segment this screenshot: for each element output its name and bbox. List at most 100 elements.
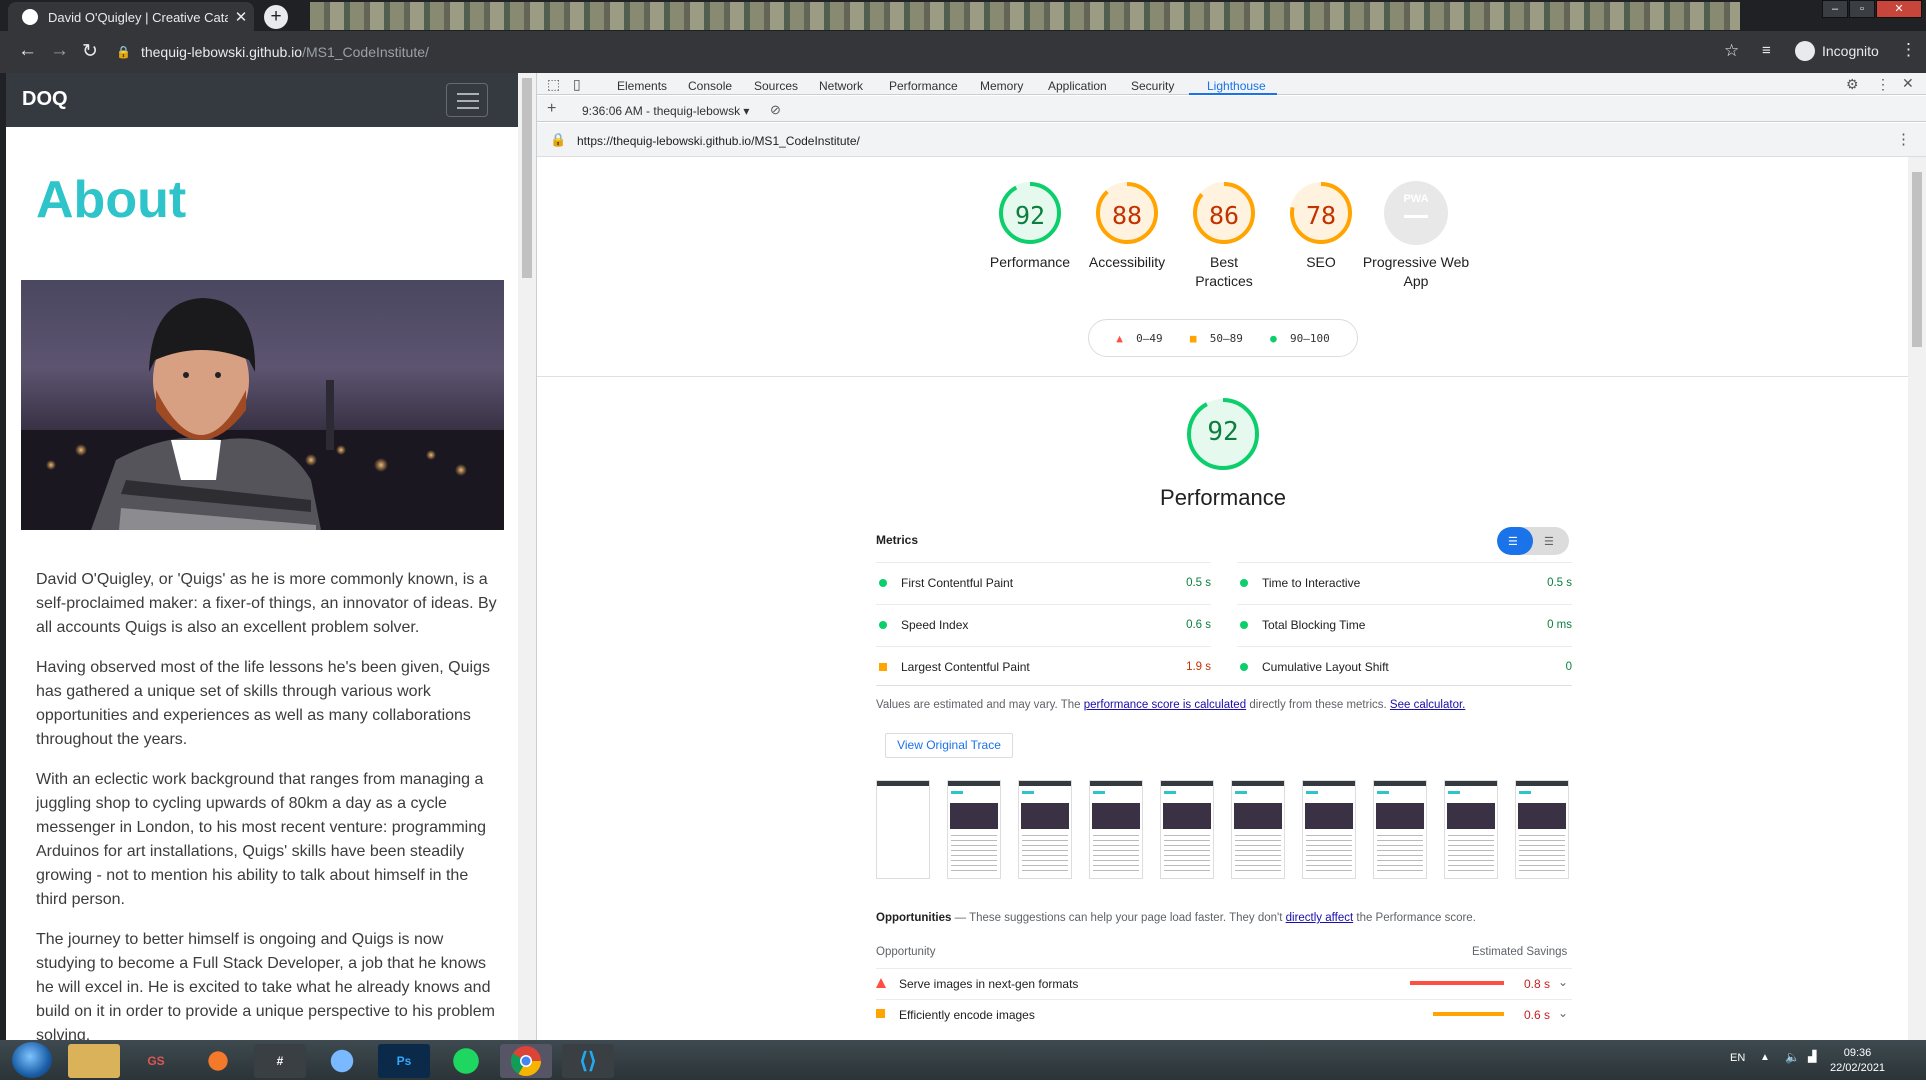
metric-row[interactable]: Cumulative Layout Shift 0 — [1237, 646, 1572, 687]
browser-tab-active[interactable]: David O'Quigley | Creative Cataly ✕ — [8, 2, 254, 32]
gauge-performance[interactable]: 92 Performance — [975, 181, 1085, 272]
legend-average: ■ 50–89 — [1189, 331, 1243, 345]
reading-list-icon[interactable]: ≡ — [1762, 42, 1771, 59]
tab-favicon-icon — [22, 9, 38, 25]
opportunity-name: Efficiently encode images — [899, 1008, 1035, 1022]
devtools-tab-sources[interactable]: Sources — [754, 79, 798, 93]
devtools-menu-icon[interactable]: ⋮ — [1876, 76, 1890, 93]
chrome-taskbar-icon[interactable] — [500, 1044, 552, 1078]
savings-column-header: Estimated Savings — [1472, 946, 1568, 958]
window-close-button[interactable]: ✕ — [1876, 0, 1922, 18]
metric-row[interactable]: Largest Contentful Paint 1.9 s — [876, 646, 1211, 687]
vscode-taskbar-icon[interactable]: ⟨⟩ — [562, 1044, 614, 1078]
gauge-label: Progressive Web App — [1362, 254, 1470, 289]
metric-status-icon — [879, 579, 887, 587]
estimate-note: Values are estimated and may vary. The p… — [876, 699, 1466, 711]
metric-status-icon — [1240, 663, 1248, 671]
tray-arrow-icon[interactable]: ▲ — [1760, 1052, 1770, 1063]
divider — [537, 376, 1908, 377]
browser-menu-icon[interactable]: ⋮ — [1900, 40, 1917, 60]
devtools-tab-performance[interactable]: Performance — [889, 79, 958, 93]
report-menu-icon[interactable]: ⋮ — [1896, 130, 1911, 148]
network-icon[interactable]: ▟ — [1808, 1050, 1816, 1063]
gauge-seo[interactable]: 78 SEO — [1266, 181, 1376, 272]
metrics-view-toggle[interactable]: ☰ ☰ — [1497, 527, 1569, 555]
metric-row[interactable]: Time to Interactive 0.5 s — [1237, 562, 1572, 603]
report-url: https://thequig-lebowski.github.io/MS1_C… — [577, 134, 860, 148]
device-toolbar-icon[interactable]: ▯ — [573, 76, 581, 93]
lock-icon[interactable]: 🔒 — [116, 45, 131, 59]
gauge-best-practices[interactable]: 86 Best Practices — [1169, 181, 1279, 291]
bio-paragraph: The journey to better himself is ongoing… — [36, 931, 495, 1044]
url-input[interactable]: 🔒 thequig-lebowski.github.io/MS1_CodeIns… — [116, 38, 1776, 66]
compact-view-icon[interactable]: ☰ — [1508, 535, 1518, 548]
slack-taskbar-icon[interactable]: # — [254, 1044, 306, 1078]
system-clock[interactable]: 09:36 22/02/2021 — [1830, 1046, 1885, 1076]
photoshop-taskbar-icon[interactable]: Ps — [378, 1044, 430, 1078]
site-brand[interactable]: DOQ — [22, 88, 68, 111]
performance-score-large: 92 — [1207, 417, 1239, 447]
opportunity-row[interactable]: Serve images in next-gen formats 0.8 s ⌄ — [876, 968, 1572, 998]
metric-status-icon — [1240, 579, 1248, 587]
devtools-tab-application[interactable]: Application — [1048, 79, 1107, 93]
blender-taskbar-icon[interactable] — [192, 1044, 244, 1078]
forward-button[interactable]: → — [50, 40, 69, 62]
reload-button[interactable]: ↻ — [82, 40, 98, 63]
filmstrip-frame — [1018, 780, 1072, 879]
chevron-down-icon[interactable]: ⌄ — [1558, 1006, 1568, 1020]
directly-affect-link[interactable]: directly affect — [1286, 912, 1354, 924]
new-tab-button[interactable]: + — [264, 5, 288, 29]
start-button[interactable] — [12, 1042, 52, 1078]
score-calculated-link[interactable]: performance score is calculated — [1084, 699, 1246, 711]
devtools-tab-elements[interactable]: Elements — [617, 79, 667, 93]
metric-row[interactable]: First Contentful Paint 0.5 s — [876, 562, 1211, 603]
devtools-tab-network[interactable]: Network — [819, 79, 863, 93]
new-report-icon[interactable]: + — [547, 100, 556, 118]
devtools-settings-icon[interactable]: ⚙ — [1846, 76, 1859, 93]
chevron-down-icon[interactable]: ⌄ — [1558, 975, 1568, 989]
gauge-accessibility[interactable]: 88 Accessibility — [1072, 181, 1182, 272]
devtools-tab-security[interactable]: Security — [1131, 79, 1174, 93]
language-indicator[interactable]: EN — [1730, 1052, 1745, 1064]
navbar-toggler-button[interactable] — [446, 83, 488, 117]
incognito-badge[interactable]: Incognito — [1795, 41, 1879, 61]
devtools-close-icon[interactable]: ✕ — [1902, 75, 1914, 92]
gs-taskbar-icon[interactable]: GS — [130, 1044, 182, 1078]
filmstrip-frame — [1089, 780, 1143, 879]
opportunity-savings: 0.6 s — [1523, 1008, 1550, 1022]
metric-row[interactable]: Speed Index 0.6 s — [876, 604, 1211, 645]
explorer-taskbar-icon[interactable] — [68, 1044, 120, 1078]
metric-name: Total Blocking Time — [1262, 618, 1366, 632]
spotify-taskbar-icon[interactable] — [440, 1044, 492, 1078]
tab-close-icon[interactable]: ✕ — [228, 8, 254, 26]
volume-icon[interactable]: 🔈 — [1785, 1050, 1800, 1064]
expanded-view-icon[interactable]: ☰ — [1544, 535, 1554, 548]
inspect-element-icon[interactable]: ⬚ — [547, 76, 560, 93]
maximize-button[interactable]: ▫ — [1849, 0, 1875, 18]
about-bio: David O'Quigley, or 'Quigs' as he is mor… — [36, 568, 498, 1064]
see-calculator-link[interactable]: See calculator. — [1390, 699, 1465, 711]
devtools-tab-console[interactable]: Console — [688, 79, 732, 93]
opportunity-column-header: Opportunity — [876, 946, 936, 958]
devtools-tab-memory[interactable]: Memory — [980, 79, 1023, 93]
itunes-taskbar-icon[interactable] — [316, 1044, 368, 1078]
bookmark-star-icon[interactable]: ☆ — [1724, 41, 1739, 61]
gauge-score: 88 — [1111, 201, 1143, 230]
pwa-badge-text: PWA — [1403, 193, 1429, 205]
minimize-button[interactable]: – — [1822, 0, 1848, 18]
back-button[interactable]: ← — [18, 40, 37, 62]
clear-reports-icon[interactable]: ⊘ — [770, 102, 781, 118]
report-selector[interactable]: 9:36:06 AM - thequig-lebowsk ▾ — [582, 104, 749, 118]
metric-value: 0.5 s — [1547, 577, 1572, 589]
metric-value: 1.9 s — [1186, 661, 1211, 673]
savings-bar — [1432, 1012, 1504, 1016]
devtools-tab-lighthouse[interactable]: Lighthouse — [1207, 79, 1266, 93]
website-scrollbar-thumb[interactable] — [522, 78, 532, 278]
filmstrip-frame — [1160, 780, 1214, 879]
view-original-trace-button[interactable]: View Original Trace — [885, 733, 1013, 758]
report-scrollbar-thumb[interactable] — [1912, 172, 1922, 347]
opportunity-row[interactable]: Efficiently encode images 0.6 s ⌄ — [876, 999, 1572, 1029]
metric-row[interactable]: Total Blocking Time 0 ms — [1237, 604, 1572, 645]
other-tabs-strip[interactable] — [310, 2, 1740, 30]
gauge-pwa[interactable]: PWA Progressive Web App — [1361, 181, 1471, 291]
